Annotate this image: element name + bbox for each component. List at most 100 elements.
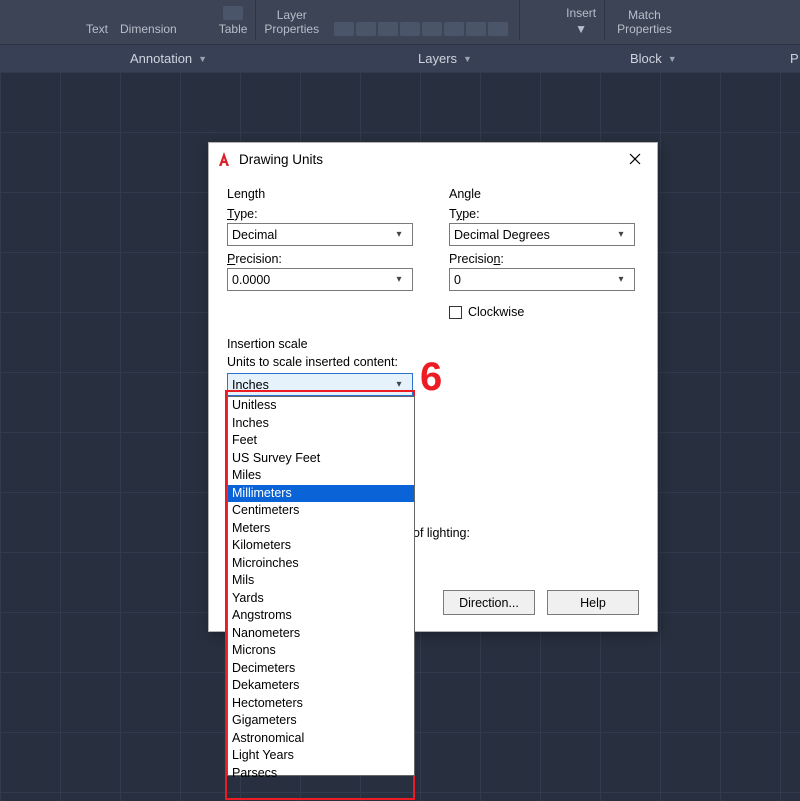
dropdown-option[interactable]: Dekameters (228, 677, 414, 695)
ribbon-label: Dimension (120, 22, 177, 36)
ribbon-item-dimension[interactable]: Dimension (114, 0, 183, 40)
insertion-sub: Units to scale inserted content: (227, 355, 639, 369)
combo-value: Decimal (232, 228, 277, 242)
panel-label: Layers (418, 51, 457, 66)
direction-button[interactable]: Direction... (443, 590, 535, 615)
length-precision-combo[interactable]: 0.0000 ▾ (227, 268, 413, 291)
angle-heading: Angle (449, 187, 639, 201)
layer-icon (356, 22, 376, 36)
insertion-scale-group: Insertion scale Units to scale inserted … (227, 337, 639, 396)
dropdown-option[interactable]: Hectometers (228, 695, 414, 713)
lighting-hint: of lighting: (413, 526, 470, 540)
angle-precision-label: Precision: (449, 252, 639, 266)
length-type-combo[interactable]: Decimal ▾ (227, 223, 413, 246)
angle-type-combo[interactable]: Decimal Degrees ▾ (449, 223, 635, 246)
chevron-down-icon: ▾ (612, 229, 630, 240)
chevron-down-icon: ▼ (463, 54, 472, 64)
ribbon-label: Match Properties (617, 8, 672, 36)
angle-precision-combo[interactable]: 0 ▾ (449, 268, 635, 291)
ribbon-panel-bar: Annotation ▼ Layers ▼ Block ▼ P (0, 44, 800, 72)
ribbon-separator (255, 0, 256, 40)
dialog-titlebar[interactable]: Drawing Units (209, 143, 657, 175)
dropdown-option[interactable]: Unitless (228, 397, 414, 415)
dropdown-option[interactable]: Mils (228, 572, 414, 590)
dialog-title: Drawing Units (239, 152, 323, 167)
dropdown-option[interactable]: Inches (228, 415, 414, 433)
dropdown-option[interactable]: Meters (228, 520, 414, 538)
layer-icon (466, 22, 486, 36)
ribbon-item-layer-properties[interactable]: Layer Properties (258, 0, 325, 40)
dropdown-option[interactable]: Millimeters (228, 485, 414, 503)
ribbon-separator (519, 0, 520, 40)
ribbon-label: Insert (566, 6, 596, 20)
combo-value: Inches (232, 378, 269, 392)
dropdown-option[interactable]: Parsecs (228, 765, 414, 783)
dropdown-option[interactable]: Gigameters (228, 712, 414, 730)
ribbon-label: Layer Properties (264, 8, 319, 36)
dropdown-option[interactable]: Microinches (228, 555, 414, 573)
chevron-down-icon: ▾ (390, 274, 408, 285)
dropdown-option[interactable]: Angstroms (228, 607, 414, 625)
dialog-body: Length Type: Decimal ▾ Precision: 0.0000… (209, 175, 657, 631)
ribbon-separator (604, 0, 605, 40)
autocad-icon (217, 151, 231, 167)
ribbon-item-insert[interactable]: Insert ▼ (560, 0, 602, 40)
layer-icon (400, 22, 420, 36)
panel-label: Block (630, 51, 662, 66)
dropdown-option[interactable]: Astronomical (228, 730, 414, 748)
panel-label: Annotation (130, 51, 192, 66)
help-button[interactable]: Help (547, 590, 639, 615)
table-icon (223, 6, 243, 20)
drawing-units-dialog: Drawing Units Length Type: Decimal ▾ Pre… (208, 142, 658, 632)
insertion-heading: Insertion scale (227, 337, 639, 351)
clockwise-checkbox[interactable]: Clockwise (449, 305, 639, 319)
insertion-units-combo[interactable]: Inches ▾ UnitlessInchesFeetUS Survey Fee… (227, 373, 413, 396)
insertion-units-dropdown[interactable]: UnitlessInchesFeetUS Survey FeetMilesMil… (227, 396, 415, 776)
length-heading: Length (227, 187, 417, 201)
dropdown-option[interactable]: Centimeters (228, 502, 414, 520)
chevron-down-icon: ▼ (198, 54, 207, 64)
dropdown-option[interactable]: Feet (228, 432, 414, 450)
angle-group: Angle Type: Decimal Degrees ▾ Precision:… (449, 187, 639, 319)
panel-tab-p[interactable]: P (790, 51, 799, 66)
dropdown-option[interactable]: Kilometers (228, 537, 414, 555)
dropdown-option[interactable]: Miles (228, 467, 414, 485)
panel-tab-layers[interactable]: Layers ▼ (418, 51, 472, 66)
checkbox-label: Clockwise (468, 305, 524, 319)
ribbon-item-match-properties[interactable]: Match Properties (611, 0, 678, 40)
layer-icon (378, 22, 398, 36)
dropdown-option[interactable]: Nanometers (228, 625, 414, 643)
dropdown-option[interactable]: Yards (228, 590, 414, 608)
ribbon-label: Table (219, 22, 248, 36)
close-button[interactable] (621, 145, 649, 173)
length-group: Length Type: Decimal ▾ Precision: 0.0000… (227, 187, 417, 319)
panel-label: P (790, 51, 799, 66)
chevron-down-icon: ▼ (668, 54, 677, 64)
angle-type-label: Type: (449, 207, 639, 221)
length-type-label: Type: (227, 207, 417, 221)
ribbon-item-table[interactable]: Table (213, 0, 254, 40)
layer-icon (488, 22, 508, 36)
dropdown-option[interactable]: Decimeters (228, 660, 414, 678)
combo-value: 0 (454, 273, 461, 287)
ribbon: Text Dimension Table Layer Properties In… (0, 0, 800, 44)
layer-icon (444, 22, 464, 36)
combo-value: Decimal Degrees (454, 228, 550, 242)
layer-icon (334, 22, 354, 36)
chevron-down-icon: ▼ (575, 22, 587, 36)
combo-value: 0.0000 (232, 273, 270, 287)
layer-tool-icons (331, 22, 511, 36)
checkbox-box (449, 306, 462, 319)
chevron-down-icon: ▾ (390, 229, 408, 240)
ribbon-label: Text (86, 22, 108, 36)
panel-tab-block[interactable]: Block ▼ (630, 51, 677, 66)
dropdown-option[interactable]: Light Years (228, 747, 414, 765)
length-precision-label: Precision: (227, 252, 417, 266)
ribbon-layer-tools[interactable] (325, 0, 517, 40)
ribbon-item-text[interactable]: Text (80, 0, 114, 40)
dropdown-option[interactable]: US Survey Feet (228, 450, 414, 468)
panel-tab-annotation[interactable]: Annotation ▼ (130, 51, 207, 66)
layer-icon (422, 22, 442, 36)
chevron-down-icon: ▾ (390, 379, 408, 390)
dropdown-option[interactable]: Microns (228, 642, 414, 660)
